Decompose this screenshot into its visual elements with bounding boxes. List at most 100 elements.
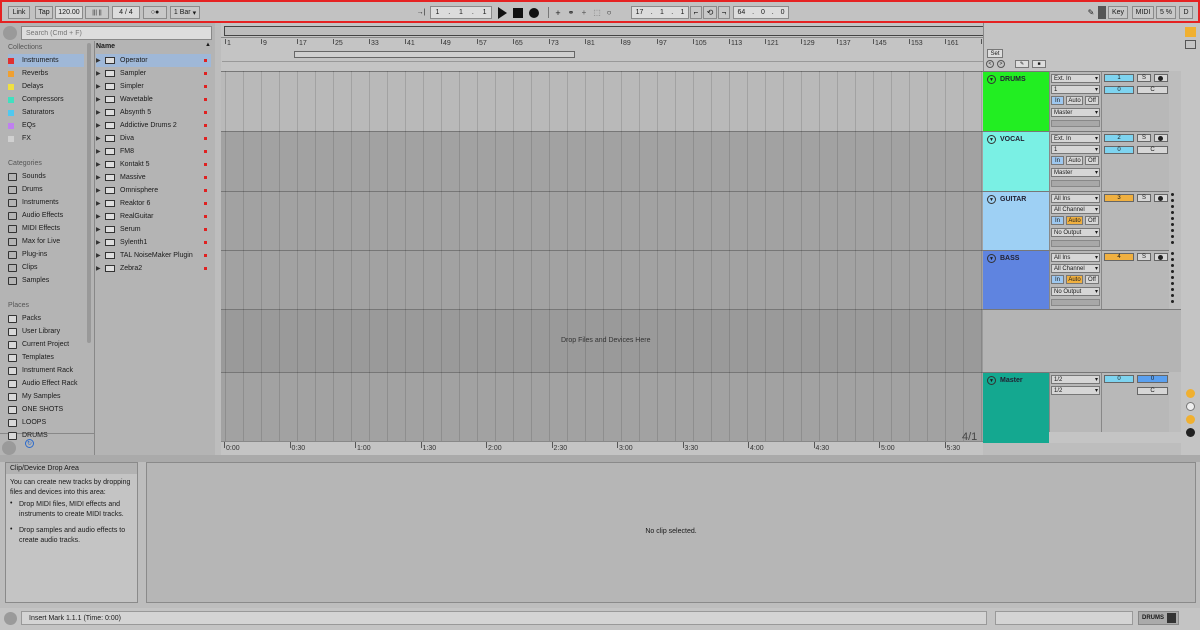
browser-list-item[interactable]: ▶ Addictive Drums 2 <box>96 119 211 132</box>
output-dropdown[interactable]: Master <box>1051 168 1100 177</box>
expand-arrow-icon[interactable]: ▶ <box>96 187 104 194</box>
solo-button[interactable]: S <box>1137 74 1151 82</box>
detail-toggle-icon[interactable] <box>2 441 16 455</box>
expand-arrow-icon[interactable]: ▶ <box>96 83 104 90</box>
capture-icon[interactable]: ⬚ <box>592 6 602 19</box>
browser-list-item[interactable]: ▶ TAL NoiseMaker Plugin <box>96 249 211 262</box>
track-name[interactable]: VOCAL <box>1000 136 1025 143</box>
fold-arrow-icon[interactable]: ▼ <box>987 254 996 263</box>
browser-list-item[interactable]: ▶ FM8 <box>96 145 211 158</box>
input-type-dropdown[interactable]: All Ins <box>1051 253 1100 262</box>
input-channel-dropdown[interactable]: 1 <box>1051 145 1100 154</box>
cue-button[interactable]: C <box>1137 86 1168 94</box>
output-dropdown[interactable]: Master <box>1051 108 1100 117</box>
arm-button[interactable] <box>1154 253 1168 261</box>
arm-button[interactable] <box>1154 134 1168 142</box>
monitor-auto-button[interactable]: Auto <box>1066 275 1083 284</box>
browser-list-item[interactable]: ▶ Massive <box>96 171 211 184</box>
browser-list-item[interactable]: ▶ Sylenth1 <box>96 236 211 249</box>
link-button[interactable]: Link <box>8 6 30 19</box>
place-item[interactable]: Current Project <box>8 338 69 351</box>
collection-item[interactable]: Compressors <box>8 93 64 106</box>
browser-list-item[interactable]: ▶ Sampler <box>96 67 211 80</box>
monitor-off-button[interactable]: Off <box>1085 275 1099 284</box>
category-item[interactable]: Sounds <box>8 170 46 183</box>
name-column-header[interactable]: Name <box>96 43 115 50</box>
master-input-dropdown[interactable]: 1/2 <box>1051 375 1100 384</box>
key-map-button[interactable]: Key <box>1108 6 1128 19</box>
expand-arrow-icon[interactable]: ▶ <box>96 213 104 220</box>
monitor-in-button[interactable]: In <box>1051 275 1064 284</box>
collection-item[interactable]: Instruments <box>8 54 84 67</box>
re-enable-automation-icon[interactable]: + <box>579 6 589 19</box>
follow-icon[interactable]: →| <box>414 6 428 19</box>
track-header[interactable]: ▼ DRUMS <box>983 71 1049 131</box>
category-item[interactable]: Max for Live <box>8 235 60 248</box>
loop-start-field[interactable]: 17. 1. 1 <box>631 6 689 19</box>
input-channel-dropdown[interactable]: All Channel <box>1051 205 1100 214</box>
collection-item[interactable]: FX <box>8 132 31 145</box>
quantize-menu[interactable]: 1 Bar ▾ <box>170 6 200 19</box>
browser-list-item[interactable]: ▶ Diva <box>96 132 211 145</box>
browser-list-item[interactable]: ▶ RealGuitar <box>96 210 211 223</box>
category-item[interactable]: MIDI Effects <box>8 222 60 235</box>
session-view-icon[interactable] <box>1185 40 1196 49</box>
browser-list-item[interactable]: ▶ Operator <box>96 54 211 67</box>
set-button[interactable]: Set <box>987 49 1003 58</box>
punch-out-icon[interactable]: ¬ <box>718 6 730 19</box>
input-channel-dropdown[interactable]: 1 <box>1051 85 1100 94</box>
overdub-icon[interactable]: + <box>553 6 563 19</box>
expand-arrow-icon[interactable]: ▶ <box>96 161 104 168</box>
expand-arrow-icon[interactable]: ▶ <box>96 239 104 246</box>
detail-view[interactable]: No clip selected. <box>146 462 1196 603</box>
track-header[interactable]: ▼ VOCAL <box>983 131 1049 191</box>
sidebar-scrollbar[interactable] <box>87 43 91 343</box>
metronome-button[interactable]: ○● <box>143 6 167 19</box>
track-name[interactable]: BASS <box>1000 255 1019 262</box>
browser-list-item[interactable]: ▶ Wavetable <box>96 93 211 106</box>
place-item[interactable]: My Samples <box>8 390 61 403</box>
track-lane[interactable] <box>221 71 983 131</box>
browser-list-item[interactable]: ▶ Zebra2 <box>96 262 211 275</box>
solo-button[interactable]: S <box>1137 194 1151 202</box>
browser-list-item[interactable]: ▶ Simpler <box>96 80 211 93</box>
solo-button[interactable]: S <box>1137 253 1151 261</box>
master-track-name[interactable]: Master <box>1000 377 1023 384</box>
monitor-in-button[interactable]: In <box>1051 216 1064 225</box>
place-item[interactable]: User Library <box>8 325 60 338</box>
collection-item[interactable]: EQs <box>8 119 36 132</box>
computer-keyboard-icon[interactable] <box>1098 6 1106 19</box>
output-dropdown[interactable]: No Output <box>1051 228 1100 237</box>
loop-brace[interactable] <box>294 51 575 58</box>
back-to-arrangement-icon[interactable]: < <box>986 60 994 68</box>
track-name[interactable]: DRUMS <box>1000 76 1026 83</box>
crossfader-toggle-icon[interactable] <box>1186 428 1195 437</box>
browser-list-item[interactable]: ▶ Omnisphere <box>96 184 211 197</box>
search-input[interactable] <box>21 26 212 40</box>
track-name[interactable]: GUITAR <box>1000 196 1026 203</box>
loop-length-field[interactable]: 64. 0. 0 <box>733 6 789 19</box>
category-item[interactable]: Plug-ins <box>8 248 47 261</box>
session-record-icon[interactable]: ○ <box>604 6 614 19</box>
input-channel-dropdown[interactable]: All Channel <box>1051 264 1100 273</box>
collection-item[interactable]: Delays <box>8 80 43 93</box>
track-activator-button[interactable]: 1 <box>1104 74 1134 82</box>
master-cue-button[interactable]: C <box>1137 387 1168 395</box>
master-volume-left[interactable]: 0 <box>1104 375 1134 383</box>
fold-arrow-icon[interactable]: ▼ <box>987 195 996 204</box>
expand-arrow-icon[interactable]: ▶ <box>96 70 104 77</box>
monitor-off-button[interactable]: Off <box>1085 96 1099 105</box>
fold-arrow-icon[interactable]: ▼ <box>987 376 996 385</box>
fold-arrow-icon[interactable]: ▼ <box>987 75 996 84</box>
loop-switch-icon[interactable]: ⟲ <box>703 6 717 19</box>
master-output-dropdown[interactable]: 1/2 <box>1051 386 1100 395</box>
monitor-auto-button[interactable]: Auto <box>1066 216 1083 225</box>
collection-item[interactable]: Saturators <box>8 106 54 119</box>
browser-list-item[interactable]: ▶ Serum <box>96 223 211 236</box>
midi-map-button[interactable]: MIDI <box>1132 6 1154 19</box>
expand-arrow-icon[interactable]: ▶ <box>96 109 104 116</box>
expand-arrow-icon[interactable]: ▶ <box>96 252 104 259</box>
arm-button[interactable] <box>1154 74 1168 82</box>
browser-list-item[interactable]: ▶ Reaktor 6 <box>96 197 211 210</box>
place-item[interactable]: Instrument Rack <box>8 364 73 377</box>
